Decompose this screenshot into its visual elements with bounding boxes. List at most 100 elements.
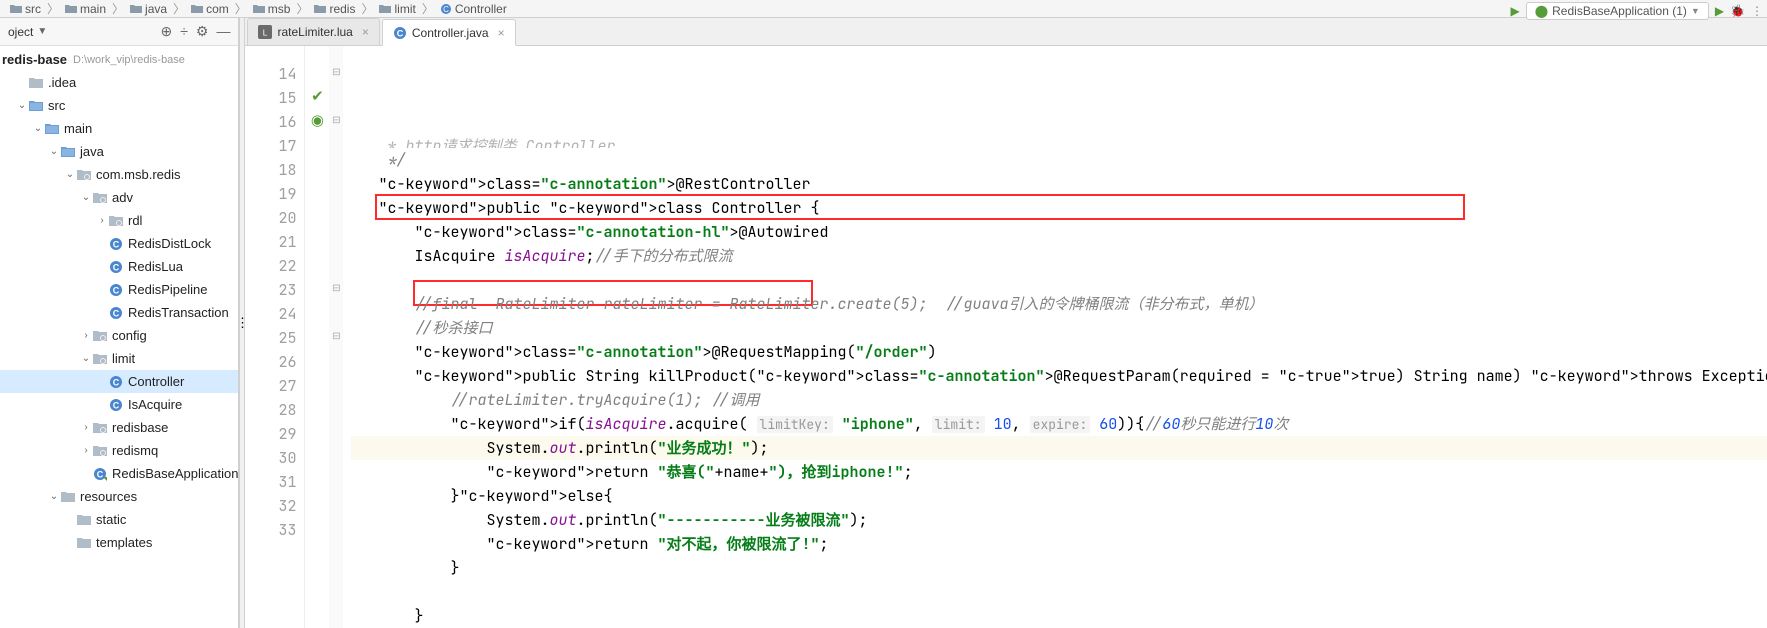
code-line[interactable]: "c-keyword">class="c-annotation-hl">@Aut… bbox=[351, 220, 1767, 244]
tree-item-RedisPipeline[interactable]: CRedisPipeline bbox=[0, 278, 238, 301]
code-line[interactable]: "c-keyword">class="c-annotation">@RestCo… bbox=[351, 172, 1767, 196]
chevron-right-icon: 〉 bbox=[235, 0, 247, 17]
hide-icon[interactable]: — bbox=[216, 23, 230, 40]
code-line[interactable] bbox=[351, 580, 1767, 604]
chevron-right-icon[interactable]: › bbox=[96, 215, 108, 226]
tree-item-redisbase[interactable]: ›redisbase bbox=[0, 416, 238, 439]
folder-icon bbox=[60, 489, 76, 505]
code-line[interactable]: } bbox=[351, 604, 1767, 628]
line-number: 18 bbox=[245, 158, 296, 182]
chevron-down-icon[interactable]: ⌄ bbox=[64, 169, 76, 180]
breadcrumb-item[interactable]: limit bbox=[375, 2, 419, 16]
tree-item-RedisLua[interactable]: CRedisLua bbox=[0, 255, 238, 278]
tab-Controller-java[interactable]: CController.java× bbox=[382, 19, 516, 46]
fold-toggle[interactable]: ⊟ bbox=[329, 276, 343, 300]
code-line[interactable]: "c-keyword">if(isAcquire.acquire( limitK… bbox=[351, 412, 1767, 436]
code-line[interactable]: //rateLimiter.tryAcquire(1); //调用 bbox=[351, 388, 1767, 412]
tree-item-templates[interactable]: templates bbox=[0, 531, 238, 554]
breadcrumb-item[interactable]: redis bbox=[310, 2, 359, 16]
tree-project-root[interactable]: redis-baseD:\work_vip\redis-base bbox=[0, 48, 238, 71]
tree-item-resources[interactable]: ⌄resources bbox=[0, 485, 238, 508]
tree-item-label: RedisBaseApplication bbox=[112, 466, 238, 481]
code-editor[interactable]: 1415161718192021222324252627282930313233… bbox=[245, 46, 1767, 628]
chevron-down-icon[interactable]: ⌄ bbox=[48, 491, 60, 502]
chevron-right-icon[interactable]: › bbox=[80, 330, 92, 341]
tree-item-config[interactable]: ›config bbox=[0, 324, 238, 347]
breadcrumb-item[interactable]: main bbox=[61, 2, 110, 16]
tree-item-RedisTransaction[interactable]: CRedisTransaction bbox=[0, 301, 238, 324]
code-line[interactable]: */ bbox=[351, 148, 1767, 172]
chevron-down-icon[interactable]: ⌄ bbox=[80, 353, 92, 364]
fold-toggle[interactable]: ⊟ bbox=[329, 60, 343, 84]
tree-item-RedisDistLock[interactable]: CRedisDistLock bbox=[0, 232, 238, 255]
svg-text:C: C bbox=[113, 377, 120, 387]
code-line[interactable]: "c-keyword">class="c-annotation">@Reques… bbox=[351, 340, 1767, 364]
tree-item-adv[interactable]: ⌄adv bbox=[0, 186, 238, 209]
chevron-down-icon[interactable]: ⌄ bbox=[48, 146, 60, 157]
tree-item-main[interactable]: ⌄main bbox=[0, 117, 238, 140]
tree-item-label: com.msb.redis bbox=[96, 167, 181, 182]
breadcrumb-item[interactable]: CController bbox=[436, 2, 511, 16]
breadcrumb-item[interactable]: java bbox=[126, 2, 171, 16]
build-icon[interactable]: ▶ bbox=[1510, 4, 1519, 18]
chevron-down-icon[interactable]: ⌄ bbox=[80, 192, 92, 203]
close-icon[interactable]: × bbox=[362, 25, 369, 39]
chevron-right-icon[interactable]: › bbox=[80, 422, 92, 433]
code-line[interactable]: }"c-keyword">else{ bbox=[351, 484, 1767, 508]
tree-item-redismq[interactable]: ›redismq bbox=[0, 439, 238, 462]
fold-gutter[interactable]: ⊟ ⊟ ⊟ ⊟ bbox=[329, 46, 343, 628]
code-line[interactable]: //final RateLimiter rateLimiter = RateLi… bbox=[351, 292, 1767, 316]
project-tree[interactable]: redis-baseD:\work_vip\redis-base.idea⌄sr… bbox=[0, 46, 238, 628]
run-icon[interactable]: ▶ bbox=[1715, 4, 1724, 18]
chevron-down-icon[interactable]: ⌄ bbox=[32, 123, 44, 134]
breadcrumb-item[interactable]: com bbox=[187, 2, 233, 16]
tree-item-rdl[interactable]: ›rdl bbox=[0, 209, 238, 232]
chevron-down-icon[interactable]: ▼ bbox=[37, 26, 47, 37]
class-icon: C bbox=[108, 259, 124, 275]
bean-gutter-icon[interactable]: ◉ bbox=[311, 108, 324, 132]
folder-icon bbox=[65, 3, 77, 15]
code-line[interactable] bbox=[351, 268, 1767, 292]
tree-item-IsAcquire[interactable]: CIsAcquire bbox=[0, 393, 238, 416]
close-icon[interactable]: × bbox=[498, 26, 505, 40]
code-line[interactable]: IsAcquire isAcquire;//手下的分布式限流 bbox=[351, 244, 1767, 268]
chevron-right-icon[interactable]: › bbox=[80, 445, 92, 456]
line-number: 21 bbox=[245, 230, 296, 254]
breadcrumb-item[interactable]: msb bbox=[249, 2, 295, 16]
code-line[interactable]: "c-keyword">return "恭喜("+name+")，抢到iphon… bbox=[351, 460, 1767, 484]
line-number: 16 bbox=[245, 110, 296, 134]
code-line[interactable]: } bbox=[351, 556, 1767, 580]
chevron-down-icon[interactable]: ⌄ bbox=[16, 100, 28, 111]
tree-item-RedisBaseApplication[interactable]: CRedisBaseApplication bbox=[0, 462, 238, 485]
tree-item-Controller[interactable]: CController bbox=[0, 370, 238, 393]
code-line[interactable]: "c-keyword">public String killProduct("c… bbox=[351, 364, 1767, 388]
code-line[interactable]: "c-keyword">return "对不起，你被限流了!"; bbox=[351, 532, 1767, 556]
annotation-gutter-icon[interactable]: ✔ bbox=[311, 84, 324, 108]
tab-rateLimiter-lua[interactable]: LrateLimiter.lua× bbox=[247, 18, 379, 45]
code-line[interactable]: System.out.println("-----------业务被限流"); bbox=[351, 508, 1767, 532]
gear-icon[interactable]: ⚙ bbox=[196, 23, 209, 40]
pkg-icon bbox=[108, 213, 124, 229]
line-number: 17 bbox=[245, 134, 296, 158]
tree-item-src[interactable]: ⌄src bbox=[0, 94, 238, 117]
target-icon[interactable]: ⊕ bbox=[160, 23, 172, 40]
code-line[interactable]: * http请求控制类 Controller bbox=[351, 134, 1767, 148]
code-line[interactable]: "c-keyword">public "c-keyword">class Con… bbox=[351, 196, 1767, 220]
fold-toggle[interactable]: ⊟ bbox=[329, 108, 343, 132]
tree-item-static[interactable]: static bbox=[0, 508, 238, 531]
sidebar-title[interactable]: oject bbox=[8, 25, 33, 39]
tree-item-com-msb-redis[interactable]: ⌄ com.msb.redis bbox=[0, 163, 238, 186]
code-content[interactable]: * http请求控制类 Controller */ "c-keyword">cl… bbox=[343, 46, 1767, 628]
class-icon: C bbox=[108, 374, 124, 390]
tree-item-java[interactable]: ⌄java bbox=[0, 140, 238, 163]
expand-icon[interactable]: ÷ bbox=[180, 23, 188, 40]
fold-toggle[interactable]: ⊟ bbox=[329, 324, 343, 348]
run-config-dropdown[interactable]: ⬤ RedisBaseApplication (1) ▼ bbox=[1526, 2, 1709, 20]
more-icon[interactable]: ⋮ bbox=[1751, 4, 1763, 18]
debug-icon[interactable]: 🐞 bbox=[1730, 4, 1745, 18]
breadcrumb-item[interactable]: src bbox=[6, 2, 45, 16]
tree-item--idea[interactable]: .idea bbox=[0, 71, 238, 94]
code-line[interactable]: //秒杀接口 bbox=[351, 316, 1767, 340]
code-line[interactable]: System.out.println("业务成功！"); bbox=[351, 436, 1767, 460]
tree-item-limit[interactable]: ⌄limit bbox=[0, 347, 238, 370]
